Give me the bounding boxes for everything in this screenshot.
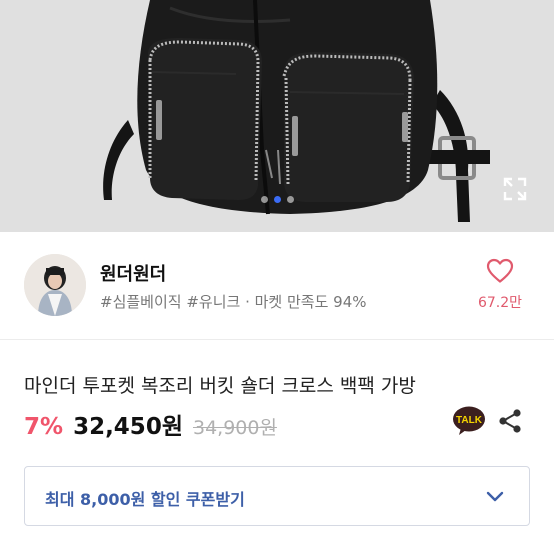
- like-button[interactable]: 67.2만: [470, 258, 530, 312]
- carousel-indicator: [0, 196, 554, 203]
- carousel-dot[interactable]: [260, 196, 268, 203]
- carousel-dot-active[interactable]: [273, 196, 281, 203]
- discount-rate: 7%: [24, 414, 64, 440]
- product-title: 마인더 투포켓 복조리 버킷 숄더 크로스 백팩 가방: [24, 375, 416, 397]
- talk-label: TALK: [456, 415, 483, 426]
- shop-avatar[interactable]: [24, 254, 86, 316]
- price-row: 7% 32,450원 34,900원: [24, 407, 277, 440]
- kakaotalk-icon[interactable]: TALK: [452, 406, 486, 436]
- original-price: 34,900원: [192, 417, 277, 439]
- like-count: 67.2만: [477, 295, 523, 311]
- chevron-down-icon: [486, 491, 504, 502]
- sale-price: 32,450원: [73, 414, 183, 440]
- shop-info[interactable]: 원더원더 #심플베이직 #유니크 · 마켓 만족도 94% 67.2만: [0, 232, 554, 340]
- coupon-label: 최대 8,000원 할인 쿠폰받기: [45, 490, 245, 509]
- coupon-button[interactable]: 최대 8,000원 할인 쿠폰받기: [24, 466, 530, 526]
- share-icon[interactable]: [497, 408, 523, 434]
- shop-tags: #심플베이직 #유니크 · 마켓 만족도 94%: [100, 293, 367, 311]
- heart-outline-icon[interactable]: [486, 258, 514, 284]
- shop-name[interactable]: 원더원더: [100, 260, 166, 286]
- product-image-carousel[interactable]: [0, 0, 554, 232]
- carousel-dot[interactable]: [286, 196, 294, 203]
